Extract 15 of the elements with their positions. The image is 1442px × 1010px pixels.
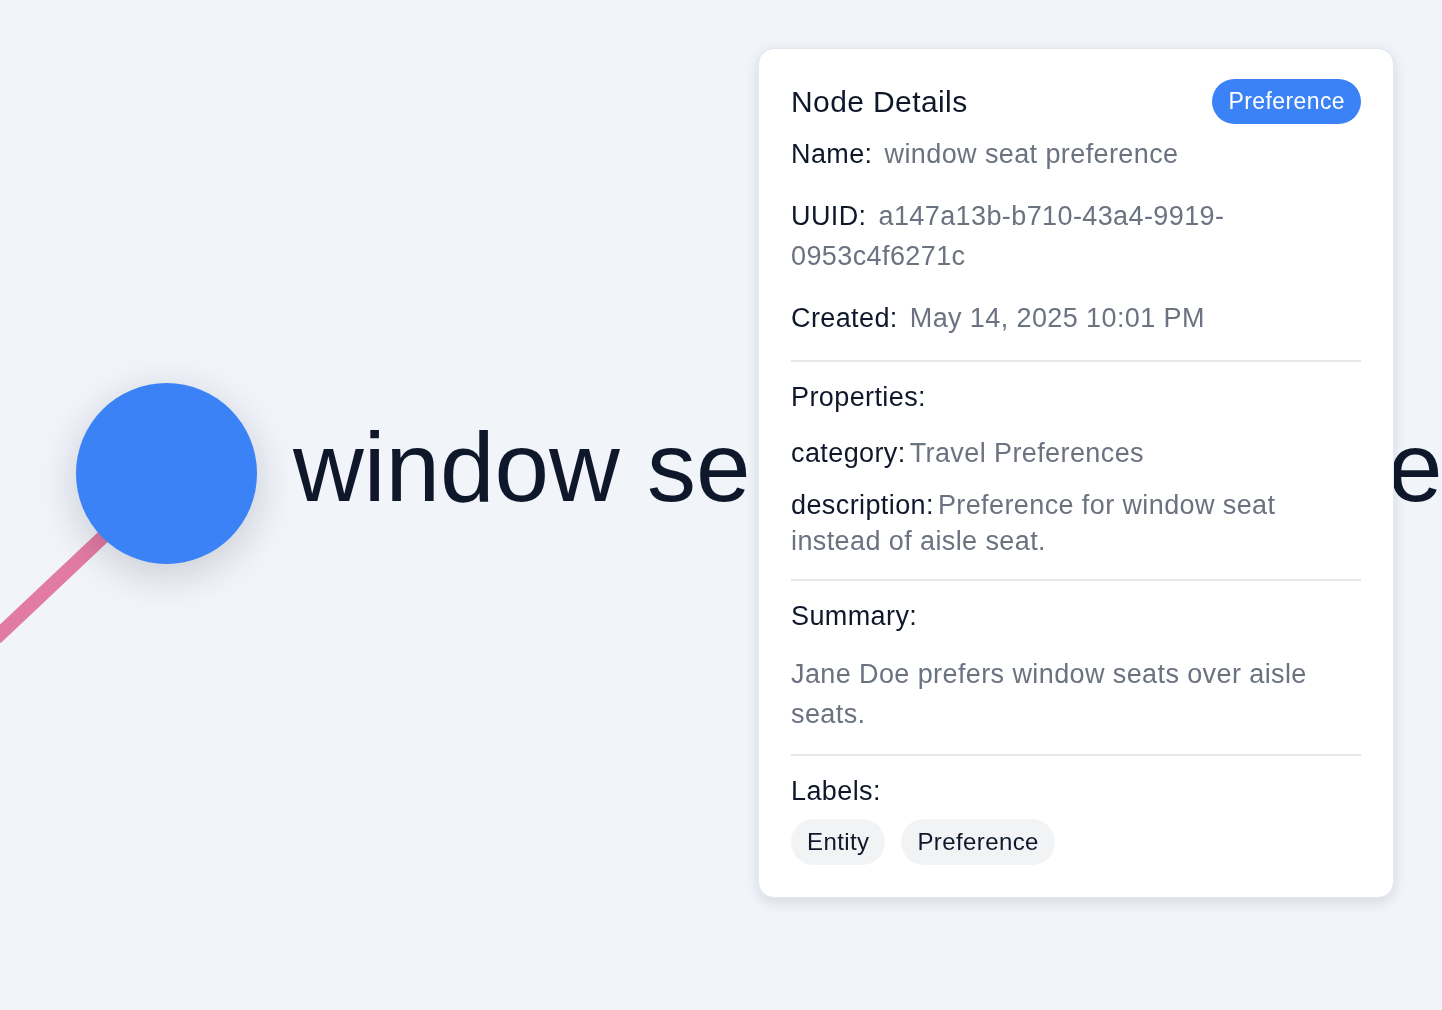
label-tag: Entity — [791, 819, 886, 865]
property-row-text: category:Travel Preferences — [791, 437, 1145, 470]
panel-title: Node Details — [791, 84, 968, 119]
section-heading: Summary: — [791, 601, 919, 632]
detail-field: UUID: a147a13b-b710-43a4-9919-0953c4f6271c — [791, 196, 1361, 276]
label-tag: Preference — [901, 819, 1055, 865]
detail-field: Created: May 14, 2025 10:01 PM — [791, 298, 1361, 338]
node-label: e — [1388, 414, 1442, 522]
summary-text: Jane Doe prefers window seats over aisle seats. — [791, 658, 1308, 731]
property-row-text: description:Preference for window seat instead of aisle seat. — [791, 489, 1277, 558]
detail-field: Name: window seat preference — [791, 134, 1361, 174]
section-heading: Properties: — [791, 382, 927, 413]
type-badge: Preference — [1212, 79, 1361, 124]
node-label: window se — [293, 414, 751, 522]
section-heading: Labels: — [791, 776, 882, 807]
